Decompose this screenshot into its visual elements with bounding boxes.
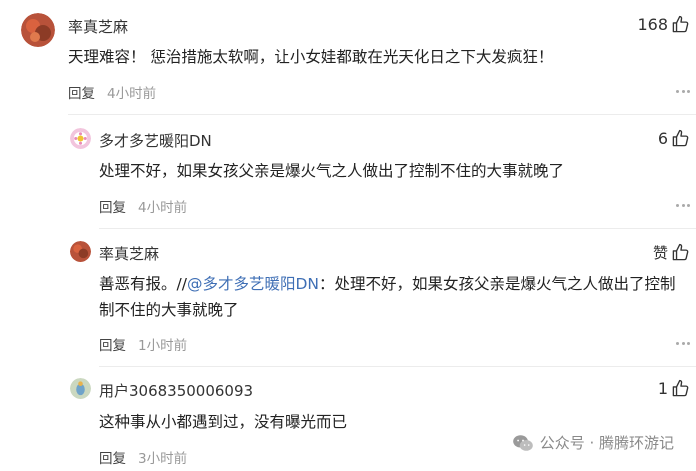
comment-text: 处理不好，如果女孩父亲是爆火气之人做出了控制不住的大事就晚了 <box>99 162 565 180</box>
thumbs-up-icon <box>672 15 689 33</box>
timestamp: 3小时前 <box>138 451 188 467</box>
divider <box>99 366 696 367</box>
like-button[interactable]: 168 <box>637 15 690 34</box>
divider <box>99 228 696 229</box>
reply-button[interactable]: 回复 <box>68 82 95 102</box>
like-label: 赞 <box>652 244 668 262</box>
thumbs-up-icon <box>672 129 689 147</box>
thumbs-up-icon <box>672 379 689 397</box>
timestamp: 1小时前 <box>138 338 188 354</box>
avatar[interactable] <box>70 128 91 149</box>
mention-link[interactable]: @多才多艺暖阳DN <box>187 275 319 293</box>
username[interactable]: 用户3068350006093 <box>99 380 253 401</box>
text-line2: 制不住的大事就晚了 <box>99 301 239 319</box>
like-button[interactable]: 6 <box>658 129 690 148</box>
reply-button[interactable]: 回复 <box>99 447 126 467</box>
reply-button[interactable]: 回复 <box>99 196 126 216</box>
more-dots-icon[interactable] <box>676 204 690 208</box>
text-line1: ：处理不好，如果女孩父亲是爆火气之人做出了控制 <box>318 275 676 293</box>
timestamp: 4小时前 <box>138 200 188 216</box>
reply-button[interactable]: 回复 <box>99 334 126 354</box>
more-dots-icon[interactable] <box>676 90 690 94</box>
avatar[interactable] <box>70 241 91 262</box>
like-count: 1 <box>657 379 668 398</box>
username[interactable]: 率真芝麻 <box>99 243 159 264</box>
username[interactable]: 率真芝麻 <box>68 16 128 37</box>
comment-text: 天理难容！ 惩治措施太软啊，让小女娃都敢在光天化日之下大发疯狂！ <box>68 48 554 66</box>
like-count: 6 <box>657 129 668 148</box>
watermark: 公众号 · 腾腾环游记 <box>512 432 674 453</box>
like-button[interactable]: 1 <box>658 379 690 398</box>
avatar[interactable] <box>21 13 55 47</box>
more-dots-icon[interactable] <box>676 342 690 346</box>
divider <box>68 114 696 115</box>
comment-text: 善恶有报。//@多才多艺暖阳DN：处理不好，如果女孩父亲是爆火气之人做出了控制 … <box>99 271 676 323</box>
timestamp: 4小时前 <box>107 86 157 102</box>
like-button[interactable]: 赞 <box>653 242 690 263</box>
watermark-text: 公众号 · 腾腾环游记 <box>539 434 674 452</box>
text-prefix: 善恶有报。// <box>99 275 187 293</box>
like-count: 168 <box>637 15 668 34</box>
comment-text: 这种事从小都遇到过，没有曝光而已 <box>99 413 348 431</box>
avatar[interactable] <box>70 378 91 399</box>
wechat-icon <box>512 434 533 451</box>
username[interactable]: 多才多艺暖阳DN <box>99 130 212 151</box>
thumbs-up-icon <box>672 243 689 261</box>
